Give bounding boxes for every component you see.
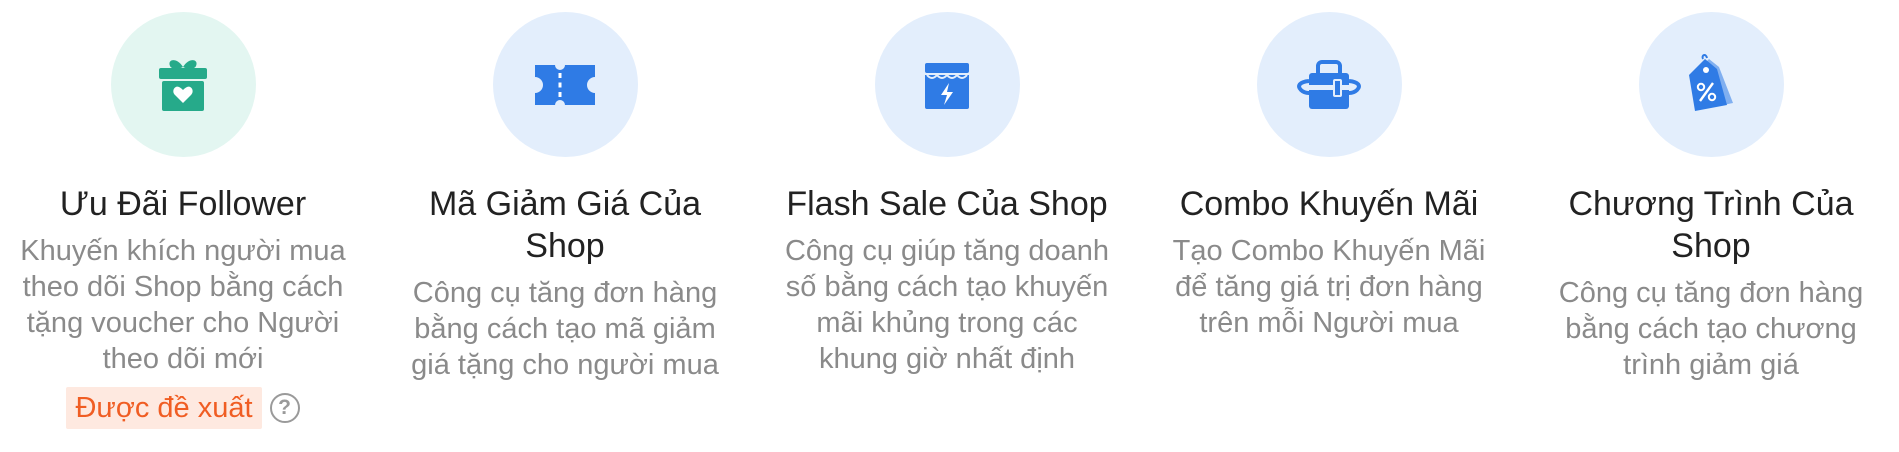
card-combo-promo[interactable]: Combo Khuyến Mãi Tạo Combo Khuyến Mãi để… [1149,0,1509,341]
card-shop-program[interactable]: Chương Trình Của Shop Công cụ tăng đơn h… [1531,0,1891,383]
card-flash-sale[interactable]: Flash Sale Của Shop Công cụ giúp tăng do… [767,0,1127,377]
voucher-ticket-icon [535,64,595,105]
icon-circle-flash-sale [874,12,1020,157]
icon-circle-program [1638,12,1784,157]
recommended-row: Được đề xuất ? [66,387,300,429]
card-description: Công cụ tăng đơn hàng bằng cách tạo mã g… [411,277,719,381]
marketing-tools-row: Ưu Đãi Follower Khuyến khích người mua t… [0,0,1899,452]
card-title: Chương Trình Của Shop [1568,185,1854,265]
discount-tag-icon [1689,53,1733,111]
help-icon[interactable]: ? [269,393,300,423]
card-title: Combo Khuyến Mãi [1179,185,1479,223]
card-description: Tạo Combo Khuyến Mãi để tăng giá trị đơn… [1172,235,1486,339]
card-follower-offer[interactable]: Ưu Đãi Follower Khuyến khích người mua t… [3,0,363,429]
flash-store-icon [925,62,969,109]
card-title: Flash Sale Của Shop [786,185,1108,223]
recommended-badge: Được đề xuất [66,387,262,429]
card-description: Công cụ giúp tăng doanh số bằng cách tạo… [784,235,1110,375]
icon-circle-voucher [492,12,638,157]
bundle-bag-icon [1297,59,1361,109]
card-title: Ưu Đãi Follower [59,185,307,223]
card-title: Mã Giảm Giá Của Shop [428,185,702,265]
icon-circle-combo [1256,12,1402,157]
icon-circle-follower [110,12,256,157]
card-description: Khuyến khích người mua theo dõi Shop bằn… [20,235,346,375]
card-description: Công cụ tăng đơn hàng bằng cách tạo chươ… [1558,277,1864,381]
card-shop-voucher[interactable]: Mã Giảm Giá Của Shop Công cụ tăng đơn hà… [385,0,745,383]
gift-icon [159,59,207,111]
